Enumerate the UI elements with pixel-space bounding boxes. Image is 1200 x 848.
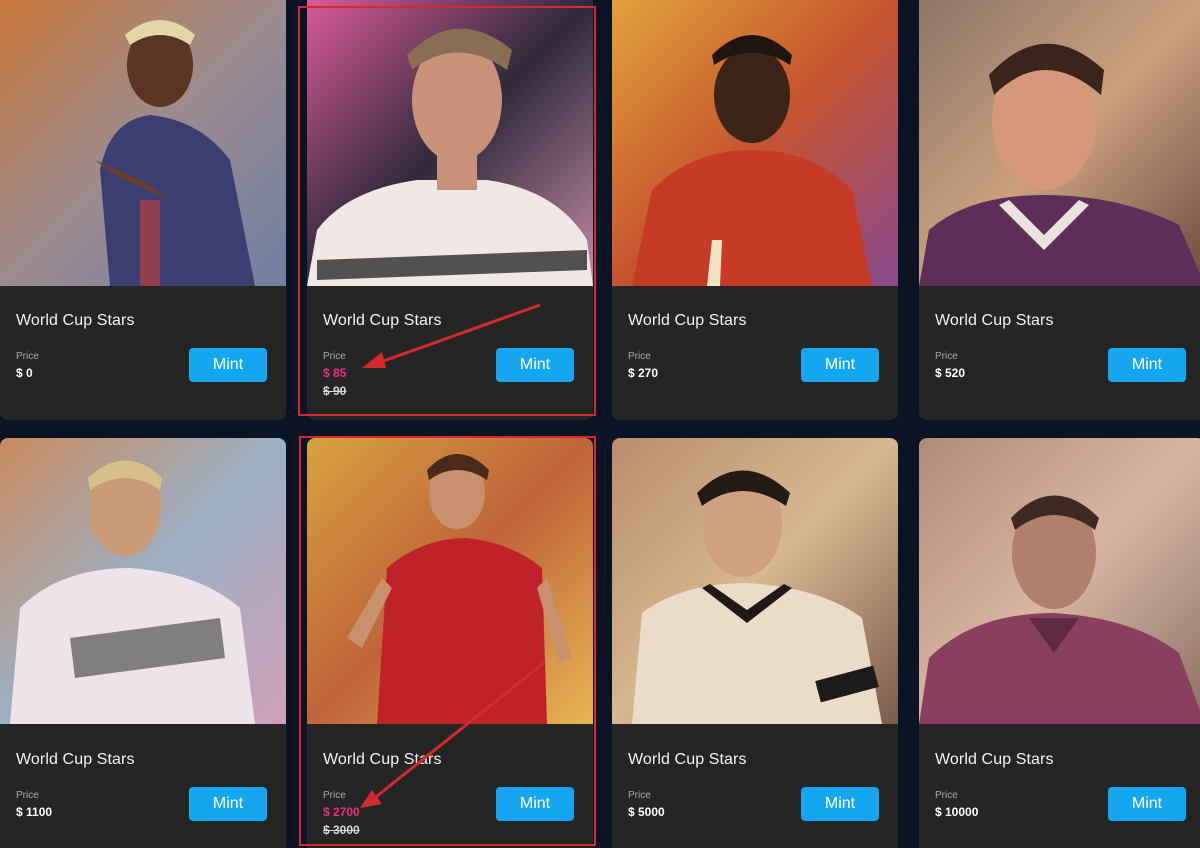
card-title: World Cup Stars xyxy=(935,312,1054,329)
price-value: $ 520 xyxy=(935,366,966,380)
mint-button[interactable]: Mint xyxy=(496,787,574,821)
mint-button[interactable]: Mint xyxy=(496,348,574,382)
mint-button[interactable]: Mint xyxy=(189,787,267,821)
price-value: $ 270 xyxy=(628,366,659,380)
price-label: Price xyxy=(628,351,651,362)
price-value: $ 10000 xyxy=(935,805,979,819)
nft-card[interactable]: World Cup Stars Price $ 1100 Mint xyxy=(0,438,286,848)
nft-artwork-image[interactable] xyxy=(307,438,593,724)
price-label: Price xyxy=(935,790,958,801)
price-label: Price xyxy=(16,790,39,801)
price-label: Price xyxy=(323,351,346,362)
nft-card[interactable]: World Cup Stars Price $ 270 Mint xyxy=(612,0,898,420)
nft-card-grid: World Cup Stars Price $ 0 Mint World Cup… xyxy=(0,0,1200,848)
price-label: Price xyxy=(323,790,346,801)
card-title: World Cup Stars xyxy=(16,312,135,329)
nft-artwork-image[interactable] xyxy=(919,438,1200,724)
price-value: $ 5000 xyxy=(628,805,665,819)
nft-artwork-image[interactable] xyxy=(307,0,593,286)
nft-card[interactable]: World Cup Stars Price $ 2700 $ 3000 Mint xyxy=(307,438,593,848)
price-label: Price xyxy=(935,351,958,362)
card-title: World Cup Stars xyxy=(323,751,442,768)
sale-price-value: $ 85 xyxy=(323,366,347,380)
card-title: World Cup Stars xyxy=(16,751,135,768)
price-label: Price xyxy=(628,790,651,801)
nft-card[interactable]: World Cup Stars Price $ 5000 Mint xyxy=(612,438,898,848)
original-price-value: $ 3000 xyxy=(323,823,360,837)
original-price-value: $ 90 xyxy=(323,384,347,398)
nft-artwork-image[interactable] xyxy=(919,0,1200,286)
nft-artwork-image[interactable] xyxy=(612,438,898,724)
nft-artwork-image[interactable] xyxy=(0,0,286,286)
nft-card[interactable]: World Cup Stars Price $ 0 Mint xyxy=(0,0,286,420)
nft-card[interactable]: World Cup Stars Price $ 520 Mint xyxy=(919,0,1200,420)
card-title: World Cup Stars xyxy=(935,751,1054,768)
mint-button[interactable]: Mint xyxy=(1108,787,1186,821)
nft-card[interactable]: World Cup Stars Price $ 10000 Mint xyxy=(919,438,1200,848)
mint-button[interactable]: Mint xyxy=(189,348,267,382)
nft-card[interactable]: World Cup Stars Price $ 85 $ 90 Mint xyxy=(307,0,593,420)
nft-artwork-image[interactable] xyxy=(0,438,286,724)
nft-artwork-image[interactable] xyxy=(612,0,898,286)
price-value: $ 1100 xyxy=(16,805,53,819)
price-value: $ 0 xyxy=(16,366,33,380)
sale-price-value: $ 2700 xyxy=(323,805,360,819)
price-label: Price xyxy=(16,351,39,362)
card-title: World Cup Stars xyxy=(628,312,747,329)
mint-button[interactable]: Mint xyxy=(801,787,879,821)
mint-button[interactable]: Mint xyxy=(1108,348,1186,382)
card-title: World Cup Stars xyxy=(628,751,747,768)
mint-button[interactable]: Mint xyxy=(801,348,879,382)
card-title: World Cup Stars xyxy=(323,312,442,329)
